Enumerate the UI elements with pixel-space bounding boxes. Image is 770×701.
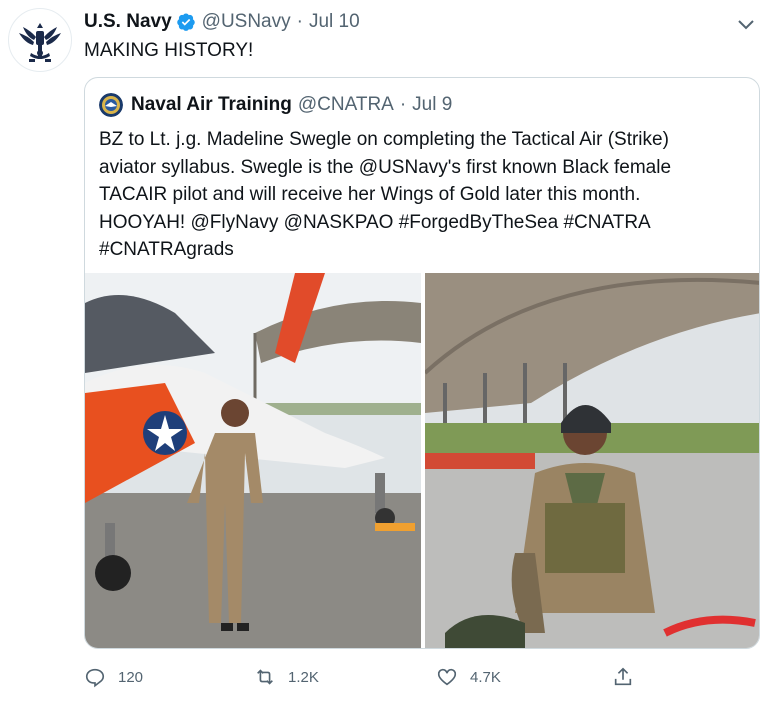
- reply-button[interactable]: 120: [84, 666, 254, 688]
- quoted-text-line: BZ to Lt. j.g. Madeline Swegle on comple…: [99, 129, 669, 150]
- author-name[interactable]: U.S. Navy: [84, 11, 172, 33]
- quoted-author-name[interactable]: Naval Air Training: [131, 94, 292, 116]
- quoted-tweet[interactable]: Naval Air Training @CNATRA · Jul 9 BZ to…: [84, 77, 760, 649]
- quoted-text-line: TACAIR pilot and will receive her Wings …: [99, 184, 641, 205]
- like-icon: [437, 668, 457, 686]
- naval-air-training-avatar[interactable]: [99, 93, 123, 117]
- media-grid: [85, 273, 759, 648]
- pilot-with-jet-image: [85, 273, 421, 648]
- quoted-text-line: aviator syllabus. Swegle is the @USNavy'…: [99, 156, 672, 178]
- share-icon: [614, 667, 632, 686]
- retweet-count: 1.2K: [288, 668, 319, 686]
- quoted-tweet-text: BZ to Lt. j.g. Madeline Swegle on comple…: [99, 126, 749, 264]
- quoted-tweet-header: Naval Air Training @CNATRA · Jul 9: [99, 92, 452, 118]
- pilot-in-helmet-image: [425, 273, 759, 648]
- quoted-author-handle[interactable]: @CNATRA: [298, 94, 394, 116]
- retweet-button[interactable]: 1.2K: [254, 666, 436, 688]
- like-button[interactable]: 4.7K: [436, 666, 612, 688]
- tweet[interactable]: U.S. Navy @USNavy · Jul 10 MAKING HISTOR…: [0, 0, 770, 701]
- quoted-tweet-date[interactable]: Jul 9: [412, 94, 452, 116]
- photo-pilot-with-jet[interactable]: [85, 273, 421, 648]
- verified-badge-icon: [176, 13, 195, 31]
- chevron-down-icon[interactable]: [734, 12, 758, 36]
- navy-eagle-emblem-icon: [19, 23, 61, 62]
- tweet-header: U.S. Navy @USNavy · Jul 10: [84, 10, 360, 34]
- tweet-actions: 120 1.2K 4.7K: [84, 662, 664, 692]
- share-button[interactable]: [612, 666, 646, 688]
- separator-dot: ·: [296, 11, 303, 32]
- retweet-icon: [257, 669, 273, 685]
- tweet-text: MAKING HISTORY!: [84, 40, 254, 61]
- reply-count: 120: [118, 668, 144, 686]
- separator-dot: ·: [399, 94, 407, 115]
- tweet-date[interactable]: Jul 10: [309, 11, 360, 33]
- like-count: 4.7K: [470, 668, 501, 686]
- quoted-text-line: HOOYAH! @FlyNavy @NASKPAO #ForgedByTheSe…: [99, 211, 651, 233]
- photo-pilot-in-helmet[interactable]: [425, 273, 759, 648]
- author-handle[interactable]: @USNavy: [202, 11, 291, 33]
- reply-icon: [85, 668, 105, 688]
- quoted-text-line: #CNATRAgrads: [99, 239, 234, 260]
- us-navy-avatar[interactable]: [8, 8, 72, 72]
